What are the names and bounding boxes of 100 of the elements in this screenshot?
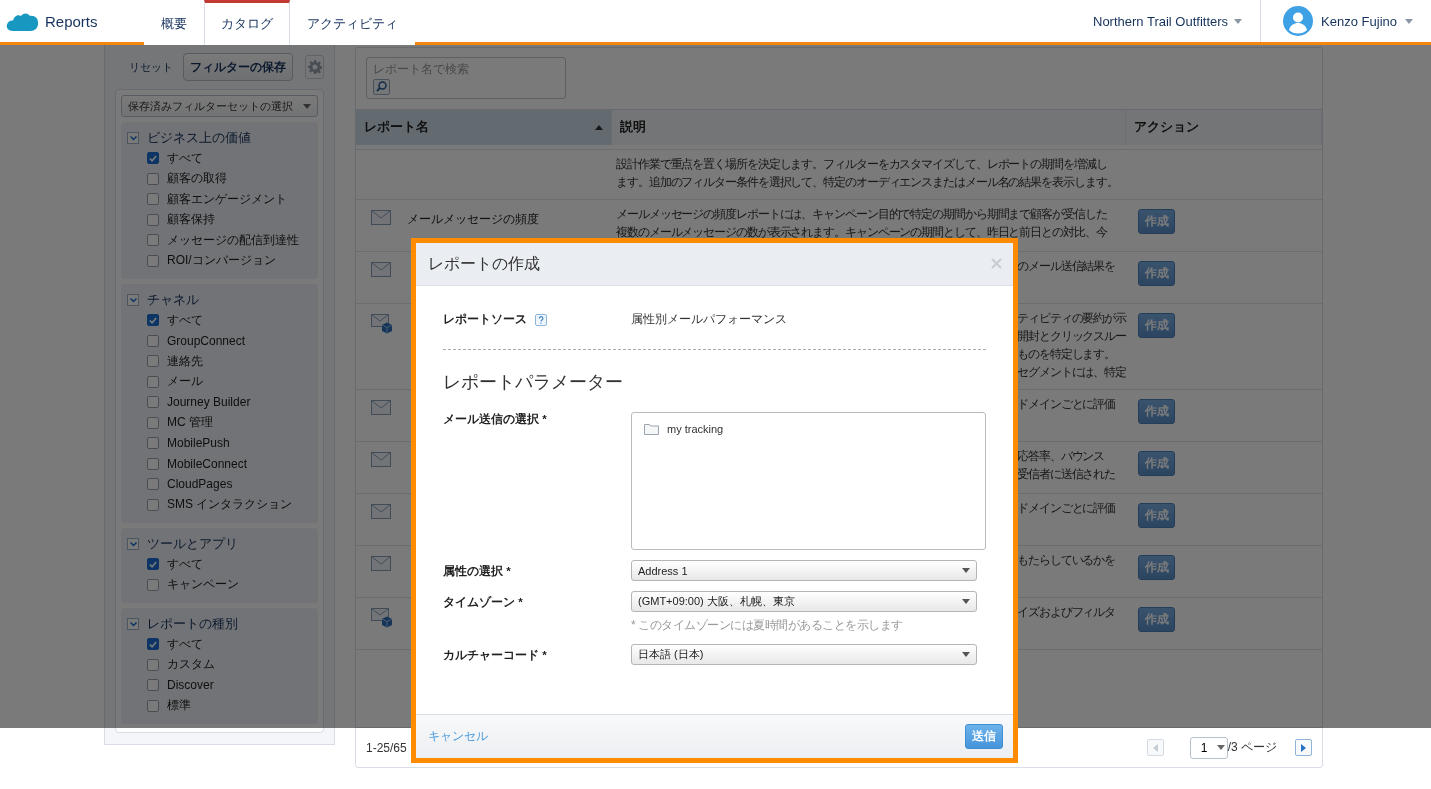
create-button[interactable]: 作成 [1138, 313, 1175, 338]
checkbox[interactable] [147, 193, 159, 206]
settings-button[interactable] [305, 55, 324, 79]
collapse-toggle[interactable] [127, 294, 139, 306]
checkbox[interactable] [147, 396, 159, 409]
checkbox[interactable] [147, 498, 159, 511]
checkbox[interactable] [147, 152, 159, 165]
checkbox[interactable] [147, 578, 159, 591]
user-menu[interactable]: Kenzo Fujino [1261, 0, 1431, 42]
collapse-toggle[interactable] [127, 132, 139, 144]
create-button[interactable]: 作成 [1138, 555, 1175, 580]
checkbox-label: ROI/コンバージョン [167, 252, 276, 270]
chevron-down-icon [129, 541, 137, 547]
checkbox-label: CloudPages [167, 477, 233, 492]
caret-icon [1216, 745, 1225, 750]
caret-icon [1234, 18, 1243, 24]
page-total: /3 ページ [1227, 739, 1277, 756]
checkbox[interactable] [147, 172, 159, 185]
checkbox-label: カスタム [167, 656, 215, 674]
page-select[interactable]: 1 [1189, 736, 1228, 759]
create-button[interactable]: 作成 [1138, 451, 1175, 476]
checkbox-label: SMS インタラクション [167, 496, 293, 514]
checkbox-label: Discover [167, 678, 214, 693]
checkbox[interactable] [147, 478, 159, 491]
checkbox[interactable] [147, 679, 159, 692]
collapse-toggle[interactable] [127, 618, 139, 630]
save-filter-button[interactable]: フィルターの保存 [183, 53, 293, 81]
column-header[interactable]: アクション [1126, 110, 1322, 145]
checkbox-label: すべて [167, 555, 203, 573]
checkbox[interactable] [147, 375, 159, 388]
chevron-down-icon [129, 297, 137, 303]
checkbox-label: 顧客の取得 [167, 170, 227, 188]
search-button[interactable] [373, 78, 390, 95]
checkbox-label: メッセージの配信到達性 [167, 231, 299, 249]
create-button[interactable]: 作成 [1138, 209, 1175, 234]
group-title: レポートの種別 [147, 615, 238, 633]
envelope-icon [371, 556, 391, 571]
checkbox[interactable] [147, 213, 159, 226]
column-header[interactable]: レポート名 [356, 110, 612, 145]
caret-icon [1405, 18, 1413, 24]
checkbox[interactable] [147, 234, 159, 247]
envelope-icon [371, 210, 391, 225]
dropdown-select[interactable]: 日本語 (日本) [631, 644, 977, 665]
create-button[interactable]: 作成 [1138, 261, 1175, 286]
gear-icon [307, 60, 322, 74]
group-title: チャネル [147, 291, 199, 309]
right-arrow-icon [1301, 743, 1306, 752]
nav-tab[interactable]: カタログ [203, 0, 290, 45]
envelope-icon [371, 262, 391, 277]
checkbox[interactable] [147, 416, 159, 429]
checkbox[interactable] [147, 355, 159, 368]
submit-button[interactable]: 送信 [965, 724, 1003, 749]
envelope-cube-icon [371, 314, 393, 334]
checkbox-label: 連絡先 [167, 352, 203, 370]
create-button[interactable]: 作成 [1138, 399, 1175, 424]
tree-item[interactable]: my tracking [644, 423, 973, 435]
dropdown-select[interactable]: Address 1 [631, 560, 977, 581]
reset-link[interactable]: リセット [129, 59, 173, 75]
cancel-link[interactable]: キャンセル [428, 728, 488, 745]
caret-icon [962, 652, 970, 657]
dropdown-select[interactable]: (GMT+09:00) 大阪、札幌、東京 [631, 591, 977, 612]
checkbox-label: メール [167, 373, 203, 391]
folder-icon [644, 423, 659, 435]
collapse-toggle[interactable] [127, 538, 139, 550]
checkbox-label: 標準 [167, 697, 191, 715]
checkbox[interactable] [147, 558, 159, 571]
field-note: * このタイムゾーンには夏時間があることを示します [631, 617, 904, 634]
description-text: セグメントには、特定 [1017, 364, 1126, 381]
description-text: ます。追加のフィルター条件を選択して、特定のオーディエンスまたはメール名の結果を表示します。 [616, 174, 1118, 191]
envelope-cube-icon [371, 608, 393, 628]
checkbox[interactable] [147, 658, 159, 671]
description-text: 応答率、バウンス [1017, 448, 1105, 465]
create-button[interactable]: 作成 [1138, 503, 1175, 528]
description-text: のメール送信結果を [1017, 258, 1116, 275]
checkbox[interactable] [147, 437, 159, 450]
caret-icon [962, 599, 970, 604]
checkbox-label: 顧客エンゲージメント [167, 190, 287, 208]
checkbox[interactable] [147, 638, 159, 651]
close-button[interactable] [991, 258, 1003, 270]
create-button[interactable]: 作成 [1138, 607, 1175, 632]
envelope-icon [371, 504, 391, 519]
checkbox[interactable] [147, 254, 159, 267]
org-menu[interactable]: Northern Trail Outfitters [1075, 0, 1261, 42]
description-text: メールメッセージの頻度レポートには、キャンペーン目的で特定の期間から期間まで顧客が受信した [616, 206, 1107, 223]
description-text: 受信者に送信された [1017, 466, 1116, 483]
saved-filter-select[interactable]: 保存済みフィルターセットの選択 [121, 95, 318, 117]
checkbox-label: すべて [167, 635, 203, 653]
sort-ascending-icon [595, 125, 603, 130]
checkbox[interactable] [147, 699, 159, 712]
column-header[interactable]: 説明 [612, 110, 1126, 145]
checkbox[interactable] [147, 334, 159, 347]
checkbox[interactable] [147, 457, 159, 470]
next-page-button[interactable] [1295, 739, 1312, 756]
search-icon [376, 81, 387, 93]
help-icon[interactable] [535, 313, 547, 326]
avatar-icon [1283, 6, 1314, 36]
checkbox-label: キャンペーン [167, 576, 239, 594]
field-label: 属性の選択 * [443, 564, 511, 579]
source-value: 属性別メールパフォーマンス [631, 312, 788, 327]
checkbox[interactable] [147, 314, 159, 327]
